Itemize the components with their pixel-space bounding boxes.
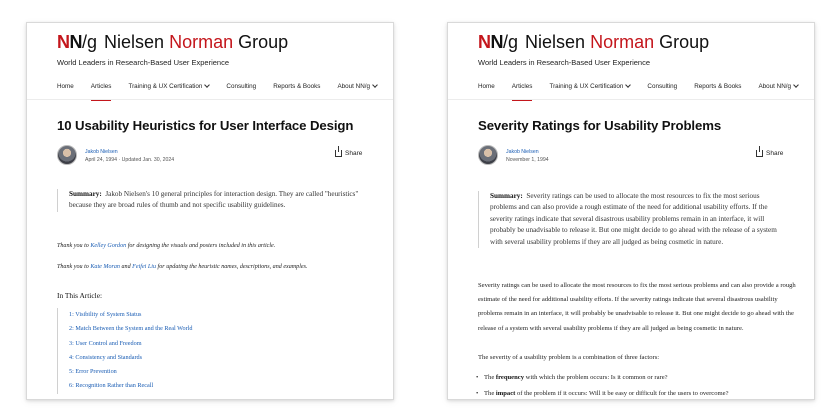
nav-reports[interactable]: Reports & Books xyxy=(273,82,320,96)
nav-home[interactable]: Home xyxy=(57,82,74,96)
toc-heading: In This Article: xyxy=(57,291,103,300)
toc-item[interactable]: 1: Visibility of System Status xyxy=(69,308,372,322)
bullet-text: The xyxy=(484,374,496,381)
bullet-frequency: The frequency with which the problem occ… xyxy=(476,374,668,381)
chevron-down-icon xyxy=(625,82,632,88)
summary-label: Summary: xyxy=(69,190,102,198)
nav-articles[interactable]: Articles xyxy=(511,82,532,101)
nav-divider xyxy=(448,99,814,100)
share-button[interactable]: Share xyxy=(756,146,784,157)
link-kelley-gordon[interactable]: Kelley Gordon xyxy=(90,243,126,249)
bullet-text: with which the problem occurs: Is it com… xyxy=(524,374,668,381)
thanks-text: for updating the heuristic names, descri… xyxy=(156,264,308,270)
nav-articles[interactable]: Articles xyxy=(90,82,111,101)
summary-line-1: Severity ratings can be used to allocate… xyxy=(526,192,738,200)
share-label: Share xyxy=(766,150,784,157)
article-date: April 24, 1994 · Updated Jan. 30, 2024 xyxy=(85,157,175,163)
thanks-text: and xyxy=(119,264,133,270)
paragraph-line: several usability problems if they are a… xyxy=(543,324,744,332)
bullet-bold: frequency xyxy=(495,374,524,381)
nav-about[interactable]: About NN/g xyxy=(758,82,799,96)
link-feifei-liu[interactable]: Feifei Liu xyxy=(132,264,156,270)
article-date: November 1, 1994 xyxy=(506,157,549,163)
logo-word-nielsen: Nielsen xyxy=(525,32,586,52)
toc-item[interactable]: 5: Error Prevention xyxy=(69,365,372,379)
summary-line-3: guidelines. xyxy=(254,201,286,210)
logo-word-norman: Norman xyxy=(169,32,234,52)
chevron-down-icon xyxy=(372,82,378,88)
logo-word-group: Group xyxy=(659,32,710,52)
nav-consulting[interactable]: Consulting xyxy=(226,82,256,96)
share-icon xyxy=(335,146,342,157)
share-button[interactable]: Share xyxy=(335,146,363,157)
author-name[interactable]: Jakob Nielsen xyxy=(506,149,539,155)
thanks-text: Thank you to xyxy=(57,264,91,270)
bullet-text: The xyxy=(484,390,496,397)
article-title: 10 Usability Heuristics for User Interfa… xyxy=(57,118,354,133)
thanks-note-2: Thank you to Kate Moran and Feifei Liu f… xyxy=(57,264,308,270)
nav-training[interactable]: Training & UX Certification xyxy=(549,82,632,96)
site-tagline: World Leaders in Research-Based User Exp… xyxy=(478,58,651,67)
logo-n1: N xyxy=(57,32,70,52)
toc-item[interactable]: 3: User Control and Freedom xyxy=(69,337,372,351)
link-kate-moran[interactable]: Kate Moran xyxy=(90,264,120,270)
summary-line-1: Jakob Nielsen's 10 general principles fo… xyxy=(105,190,305,198)
main-nav: Home Articles Training & UX Certificatio… xyxy=(478,82,814,101)
logo-n1: N xyxy=(478,32,491,52)
share-label: Share xyxy=(345,150,363,157)
nav-about-label: About NN/g xyxy=(337,83,370,90)
paragraph-line: Severity ratings can be used to allocate… xyxy=(478,282,730,289)
logo-slash: /g xyxy=(503,32,519,52)
logo-slash: /g xyxy=(82,32,98,52)
bullet-impact: The impact of the problem if it occurs: … xyxy=(476,390,729,397)
toc-item[interactable]: 2: Match Between the System and the Real… xyxy=(69,322,372,336)
nav-consulting[interactable]: Consulting xyxy=(647,82,677,96)
table-of-contents: 1: Visibility of System Status 2: Match … xyxy=(57,308,372,394)
toc-item[interactable]: 6: Recognition Rather than Recall xyxy=(69,379,372,393)
article-card-severity: NN/g Nielsen Norman Group World Leaders … xyxy=(447,22,815,400)
summary-label: Summary: xyxy=(490,192,523,200)
thanks-text: for designing the visuals and posters in… xyxy=(126,243,276,249)
author-avatar[interactable] xyxy=(57,145,77,165)
site-tagline: World Leaders in Research-Based User Exp… xyxy=(57,58,230,67)
author-avatar[interactable] xyxy=(478,145,498,165)
chevron-down-icon xyxy=(793,82,799,88)
body-paragraph-2: The severity of a usability problem is a… xyxy=(478,354,660,361)
author-name[interactable]: Jakob Nielsen xyxy=(85,149,118,155)
site-logo[interactable]: NN/g Nielsen Norman Group xyxy=(478,31,709,53)
thanks-text: Thank you to xyxy=(57,243,91,249)
logo-n2: N xyxy=(69,32,83,52)
nav-training-label: Training & UX Certification xyxy=(549,83,624,90)
nav-reports[interactable]: Reports & Books xyxy=(694,82,741,96)
site-logo[interactable]: NN/g Nielsen Norman Group xyxy=(57,31,288,53)
share-icon xyxy=(756,146,763,157)
main-nav: Home Articles Training & UX Certificatio… xyxy=(57,82,393,101)
nav-divider xyxy=(27,99,393,100)
logo-word-group: Group xyxy=(238,32,289,52)
chevron-down-icon xyxy=(204,82,211,88)
bullet-text: of the problem if it occurs: Will it be … xyxy=(515,390,729,397)
summary-line-6: if they are all judged as being cosmetic… xyxy=(581,237,724,246)
body-paragraph-1: Severity ratings can be used to allocate… xyxy=(478,279,796,336)
nav-about-label: About NN/g xyxy=(758,83,791,90)
nav-home[interactable]: Home xyxy=(478,82,495,96)
logo-n2: N xyxy=(490,32,504,52)
nav-training[interactable]: Training & UX Certification xyxy=(128,82,211,96)
article-title: Severity Ratings for Usability Problems xyxy=(478,118,722,133)
bullet-bold: impact xyxy=(495,390,516,397)
logo-word-norman: Norman xyxy=(590,32,655,52)
logo-word-nielsen: Nielsen xyxy=(104,32,165,52)
article-card-heuristics: NN/g Nielsen Norman Group World Leaders … xyxy=(26,22,394,400)
article-summary: Summary: Severity ratings can be used to… xyxy=(478,191,783,249)
nav-about[interactable]: About NN/g xyxy=(337,82,378,96)
article-summary: Summary: Jakob Nielsen's 10 general prin… xyxy=(57,189,362,212)
toc-item[interactable]: 4: Consistency and Standards xyxy=(69,351,372,365)
thanks-note-1: Thank you to Kelley Gordon for designing… xyxy=(57,243,275,249)
nav-training-label: Training & UX Certification xyxy=(128,83,203,90)
